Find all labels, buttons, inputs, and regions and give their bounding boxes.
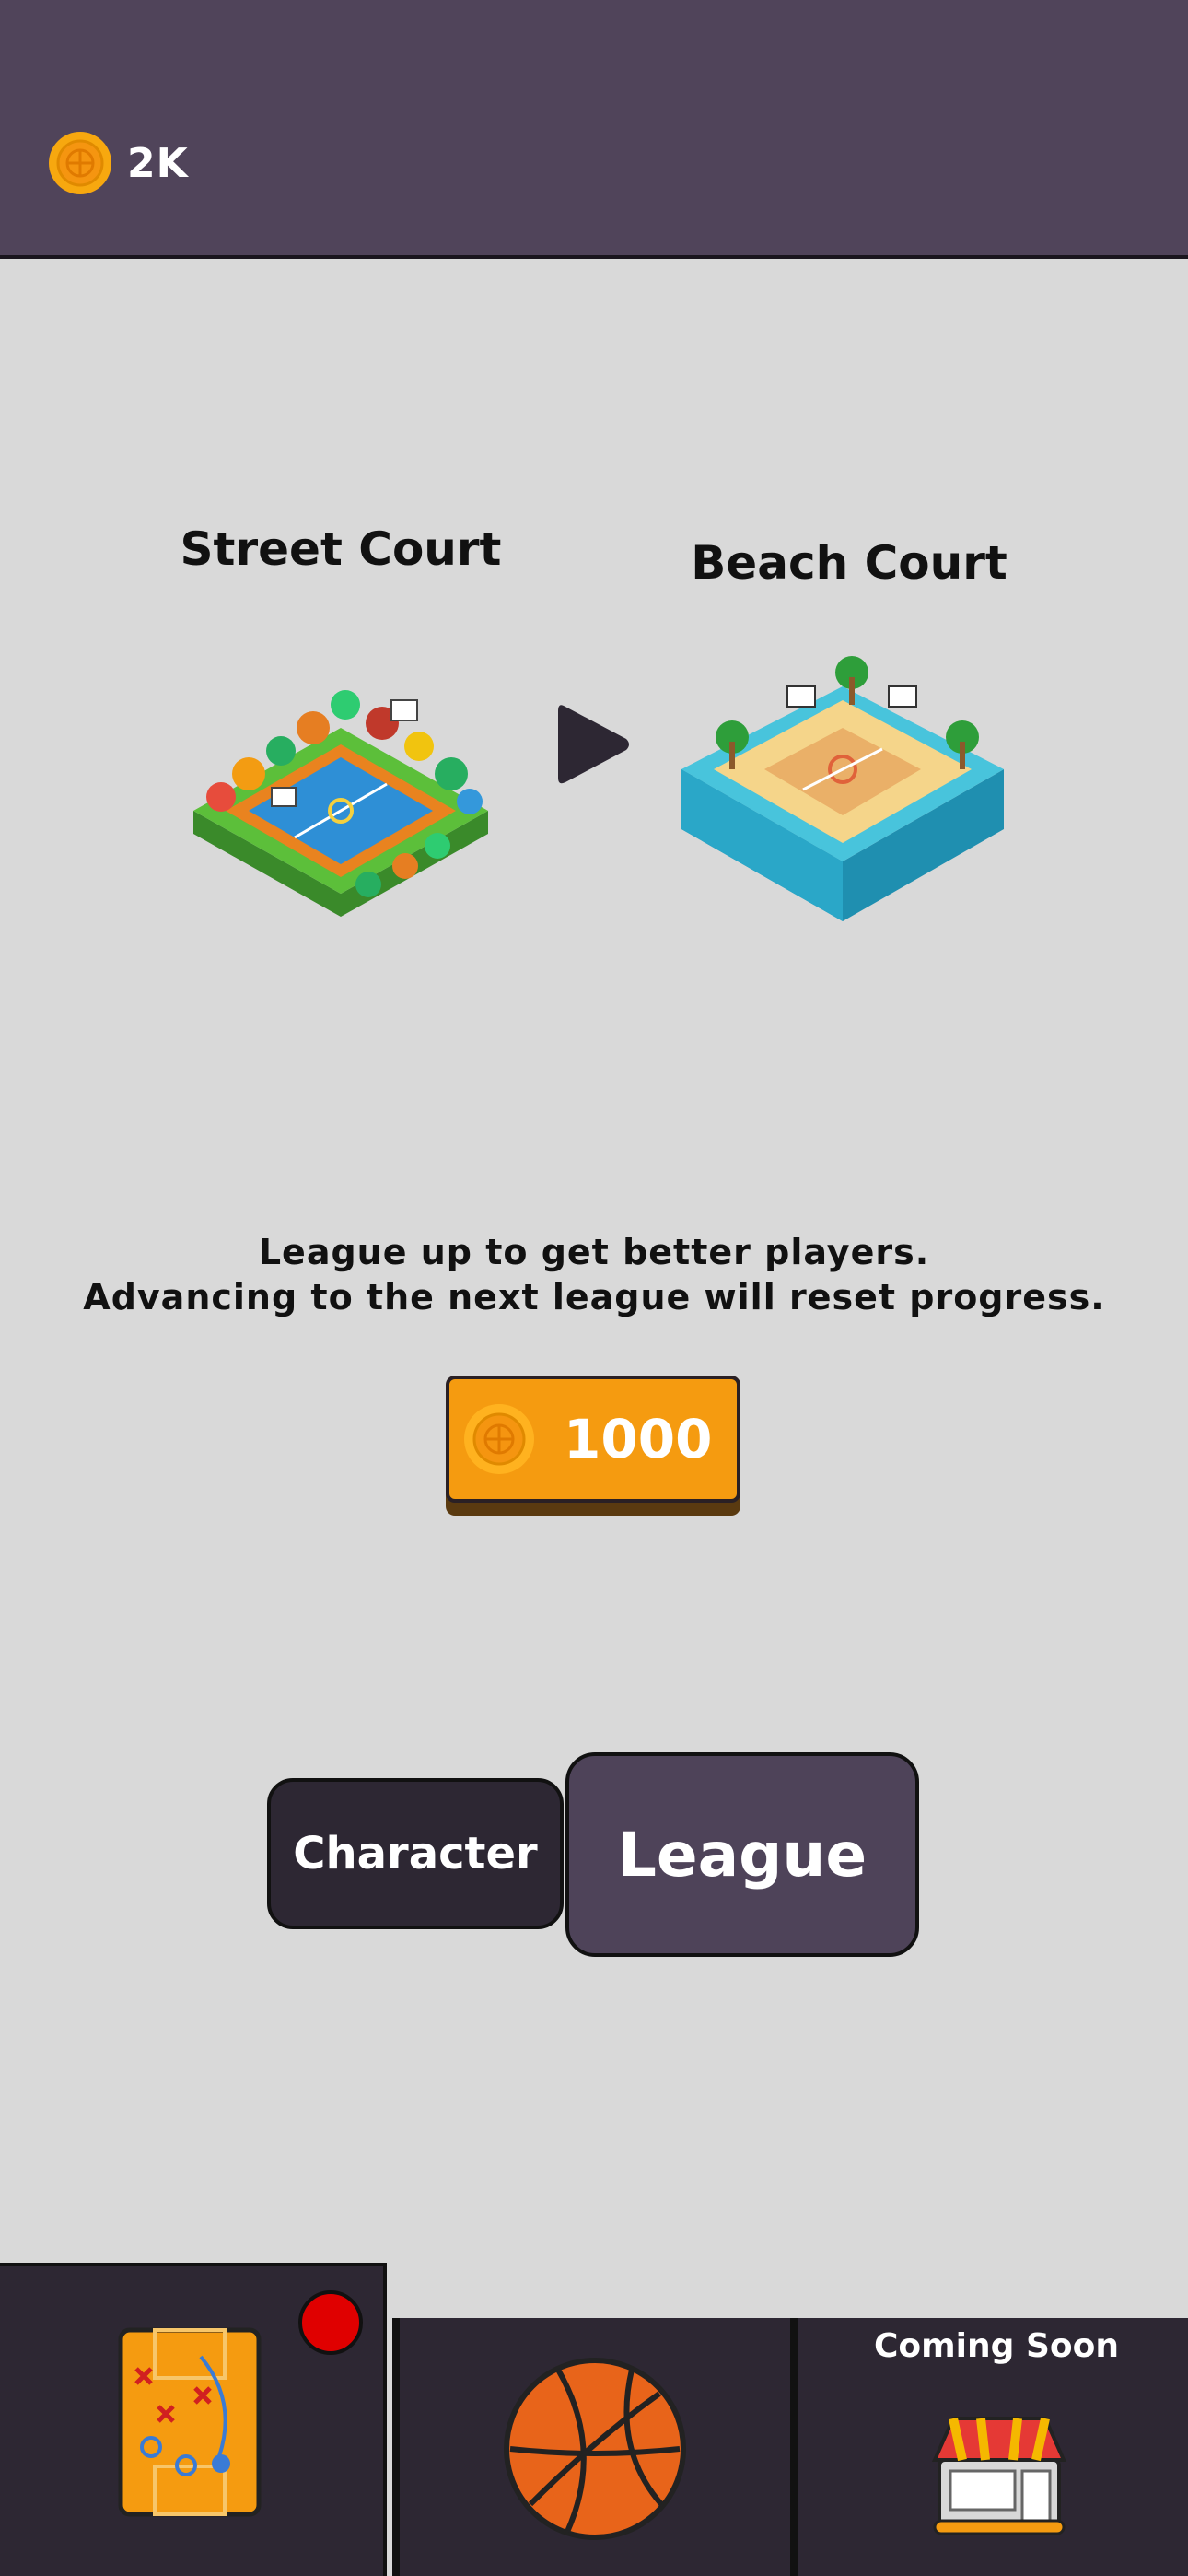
price-label: 1000 xyxy=(564,1408,713,1470)
current-court-title: Street Court xyxy=(180,522,502,576)
league-up-button[interactable]: 1000 xyxy=(446,1376,740,1503)
street-court-image xyxy=(193,690,488,917)
tab-character[interactable]: Character xyxy=(267,1778,564,1929)
beach-court-image xyxy=(681,656,1004,921)
next-court-title: Beach Court xyxy=(691,536,1007,590)
info-line-1: League up to get better players. xyxy=(258,1232,930,1272)
basketball-icon xyxy=(504,2358,686,2540)
coin-count: 2K xyxy=(127,139,189,187)
coin-balance: 2K xyxy=(48,131,189,195)
top-bar: 2K xyxy=(0,0,1188,259)
coin-icon xyxy=(49,132,111,194)
info-line-2: Advancing to the next league will reset … xyxy=(83,1277,1105,1317)
shop-status-label: Coming Soon xyxy=(874,2327,1119,2365)
nav-item-play[interactable] xyxy=(400,2318,790,2576)
coin-icon xyxy=(464,1404,534,1474)
nav-divider xyxy=(790,2318,798,2576)
tab-league[interactable]: League xyxy=(565,1752,919,1957)
playbook-icon xyxy=(118,2327,262,2517)
shop-icon xyxy=(931,2417,1067,2535)
next-arrow-icon xyxy=(558,705,629,784)
nav-item-playbook[interactable] xyxy=(0,2263,387,2576)
notification-badge xyxy=(298,2290,363,2355)
nav-divider xyxy=(392,2318,400,2576)
